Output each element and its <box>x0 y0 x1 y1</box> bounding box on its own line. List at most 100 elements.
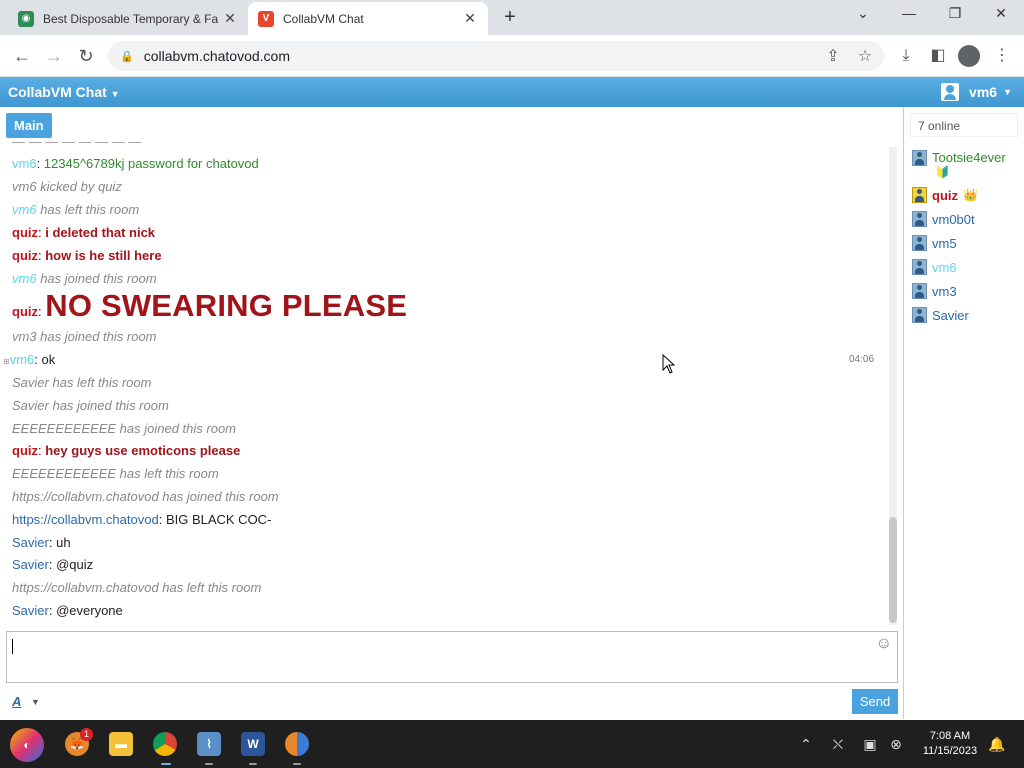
file-explorer-icon[interactable]: ▬ <box>109 732 133 756</box>
message-input[interactable]: ☺ <box>6 631 898 683</box>
display-icon[interactable]: ▣ <box>859 736 881 753</box>
system-message: vm6 has joined this room <box>12 271 157 286</box>
user-name: Savier <box>932 307 969 323</box>
close-tab-icon[interactable]: ✕ <box>462 10 478 27</box>
network-icon[interactable]: ⛌ <box>827 736 849 753</box>
tab-search-chevron-icon[interactable]: ⌄ <box>848 5 878 22</box>
message-text: BIG BLACK COC- <box>165 512 272 527</box>
room-tab-main[interactable]: Main <box>6 113 52 138</box>
message-text: uh <box>56 535 71 550</box>
sidebar-divider <box>903 107 904 719</box>
user-icon <box>941 83 960 101</box>
chat-message: quiz: hey guys use emoticons please <box>12 443 241 458</box>
url-text: collabvm.chatovod.com <box>143 48 290 64</box>
user-list-item[interactable]: Tootsie4ever 🔰 <box>912 150 1006 179</box>
message-author[interactable]: Savier <box>12 535 49 550</box>
message-text: hey guys use emoticons please <box>45 443 241 458</box>
notification-badge: 1 <box>80 728 93 741</box>
tab-title: CollabVM Chat <box>283 11 364 26</box>
reload-icon[interactable]: ↻ <box>74 44 98 68</box>
message-author[interactable]: quiz <box>12 443 38 458</box>
message-author[interactable]: Savier <box>12 557 49 572</box>
format-dropdown-icon[interactable]: ▼ <box>31 697 40 707</box>
user-name: vm3 <box>932 283 957 299</box>
start-button-icon[interactable]: ◐ <box>10 728 44 762</box>
restore-icon[interactable]: ❐ <box>940 5 970 22</box>
chat-message: quiz: i deleted that nick <box>12 225 156 240</box>
bookmark-star-icon[interactable]: ☆ <box>855 46 875 66</box>
system-message: EEEEEEEEEEEE has left this room <box>12 466 219 481</box>
browser-tab-disposable[interactable]: ◉ Best Disposable Temporary & Fa ✕ <box>8 2 248 35</box>
clock-time: 7:08 AM <box>929 730 971 742</box>
browser-taskbar-icon[interactable] <box>285 732 309 756</box>
lock-icon: 🔒 <box>120 50 134 63</box>
share-icon[interactable]: ⇪ <box>823 46 843 66</box>
caret-down-icon: ▼ <box>1003 87 1012 97</box>
message-author[interactable]: https://collabvm.chatovod <box>12 512 159 527</box>
chrome-taskbar-icon[interactable] <box>153 732 177 756</box>
minimize-icon[interactable]: — <box>894 5 924 21</box>
browser-tabstrip: ◉ Best Disposable Temporary & Fa ✕ V Col… <box>0 0 1024 35</box>
message-author[interactable]: vm6 <box>12 202 37 217</box>
message-text: NO SWEARING PLEASE <box>45 288 408 323</box>
user-list-item[interactable]: quiz 👑 <box>912 187 978 203</box>
chat-message: quiz: how is he still here <box>12 248 162 263</box>
message-author[interactable]: quiz <box>12 248 38 263</box>
menu-kebab-icon[interactable]: ⋮ <box>991 45 1013 67</box>
app-indicator <box>205 763 213 765</box>
user-icon <box>912 283 927 299</box>
send-button[interactable]: Send <box>852 689 898 714</box>
user-list-item[interactable]: vm3 <box>912 283 957 299</box>
forward-icon[interactable]: → <box>42 44 66 68</box>
emoticon-icon[interactable]: ☺ <box>876 635 892 653</box>
notifications-bell-icon[interactable]: 🔔 <box>986 736 1008 753</box>
message-text: has joined this room <box>40 271 157 286</box>
back-icon[interactable]: ← <box>10 44 34 68</box>
tray-overflow-chevron-icon[interactable]: ⌃ <box>795 736 817 753</box>
close-tab-icon[interactable]: ✕ <box>222 10 238 27</box>
app-indicator <box>249 763 257 765</box>
text-format-button[interactable]: A <box>12 694 21 709</box>
chatovod-favicon-icon: V <box>258 10 274 27</box>
word-taskbar-icon[interactable]: W <box>241 732 265 756</box>
system-message: vm3 has joined this room <box>12 329 157 344</box>
user-name: quiz <box>932 187 958 203</box>
browser-toolbar: ← → ↻ 🔒 collabvm.chatovod.com ⇪ ☆ ⤓ ◧ ⋮ <box>0 35 1024 77</box>
browser-tab-collabvm[interactable]: V CollabVM Chat ✕ <box>248 2 488 35</box>
user-list-item[interactable]: vm6 <box>912 259 957 275</box>
message-author[interactable]: vm6 <box>12 156 37 171</box>
volume-icon[interactable]: ⊗ <box>885 736 907 753</box>
side-panel-icon[interactable]: ◧ <box>927 45 949 67</box>
user-name: vm0b0t <box>932 211 975 227</box>
message-author[interactable]: Savier <box>12 603 49 618</box>
profile-avatar-icon[interactable] <box>958 45 980 67</box>
task-manager-icon[interactable]: ⌇ <box>197 732 221 756</box>
chat-message: vm6: 12345^6789kj password for chatovod <box>12 156 259 171</box>
download-icon[interactable]: ⤓ <box>895 45 917 67</box>
chat-log: — — — — — — — — vm6: 12345^6789kj passwo… <box>0 140 886 625</box>
brand-menu[interactable]: CollabVM Chat ▼ <box>8 84 120 100</box>
close-window-icon[interactable]: ✕ <box>986 5 1016 22</box>
user-list-item[interactable]: Savier <box>912 307 969 323</box>
user-menu[interactable]: vm6 ▼ <box>941 83 1012 101</box>
message-author[interactable]: quiz <box>12 304 38 319</box>
message-author[interactable]: quiz <box>12 225 38 240</box>
system-message: vm6 kicked by quiz <box>12 179 122 194</box>
taskbar-clock[interactable]: 7:08 AM 11/15/2023 <box>918 729 982 759</box>
message-author[interactable]: vm6 <box>10 352 35 367</box>
address-bar[interactable]: 🔒 collabvm.chatovod.com <box>108 41 884 71</box>
user-list-item[interactable]: vm0b0t <box>912 211 975 227</box>
scrollbar-thumb[interactable] <box>889 517 897 623</box>
system-message: Savier has left this room <box>12 375 152 390</box>
chat-scrollbar[interactable] <box>889 147 897 625</box>
user-list-item[interactable]: vm5 <box>912 235 957 251</box>
site-favicon-icon: ◉ <box>18 10 34 27</box>
message-author[interactable]: vm6 <box>12 271 37 286</box>
clock-date: 11/15/2023 <box>922 745 978 757</box>
expand-icon[interactable]: ⊞ <box>3 357 10 366</box>
new-tab-icon[interactable]: + <box>498 6 522 29</box>
user-icon <box>912 211 927 227</box>
user-icon <box>912 150 927 166</box>
message-text: 12345^6789kj password for chatovod <box>43 156 259 171</box>
system-message: vm6 has left this room <box>12 202 139 217</box>
